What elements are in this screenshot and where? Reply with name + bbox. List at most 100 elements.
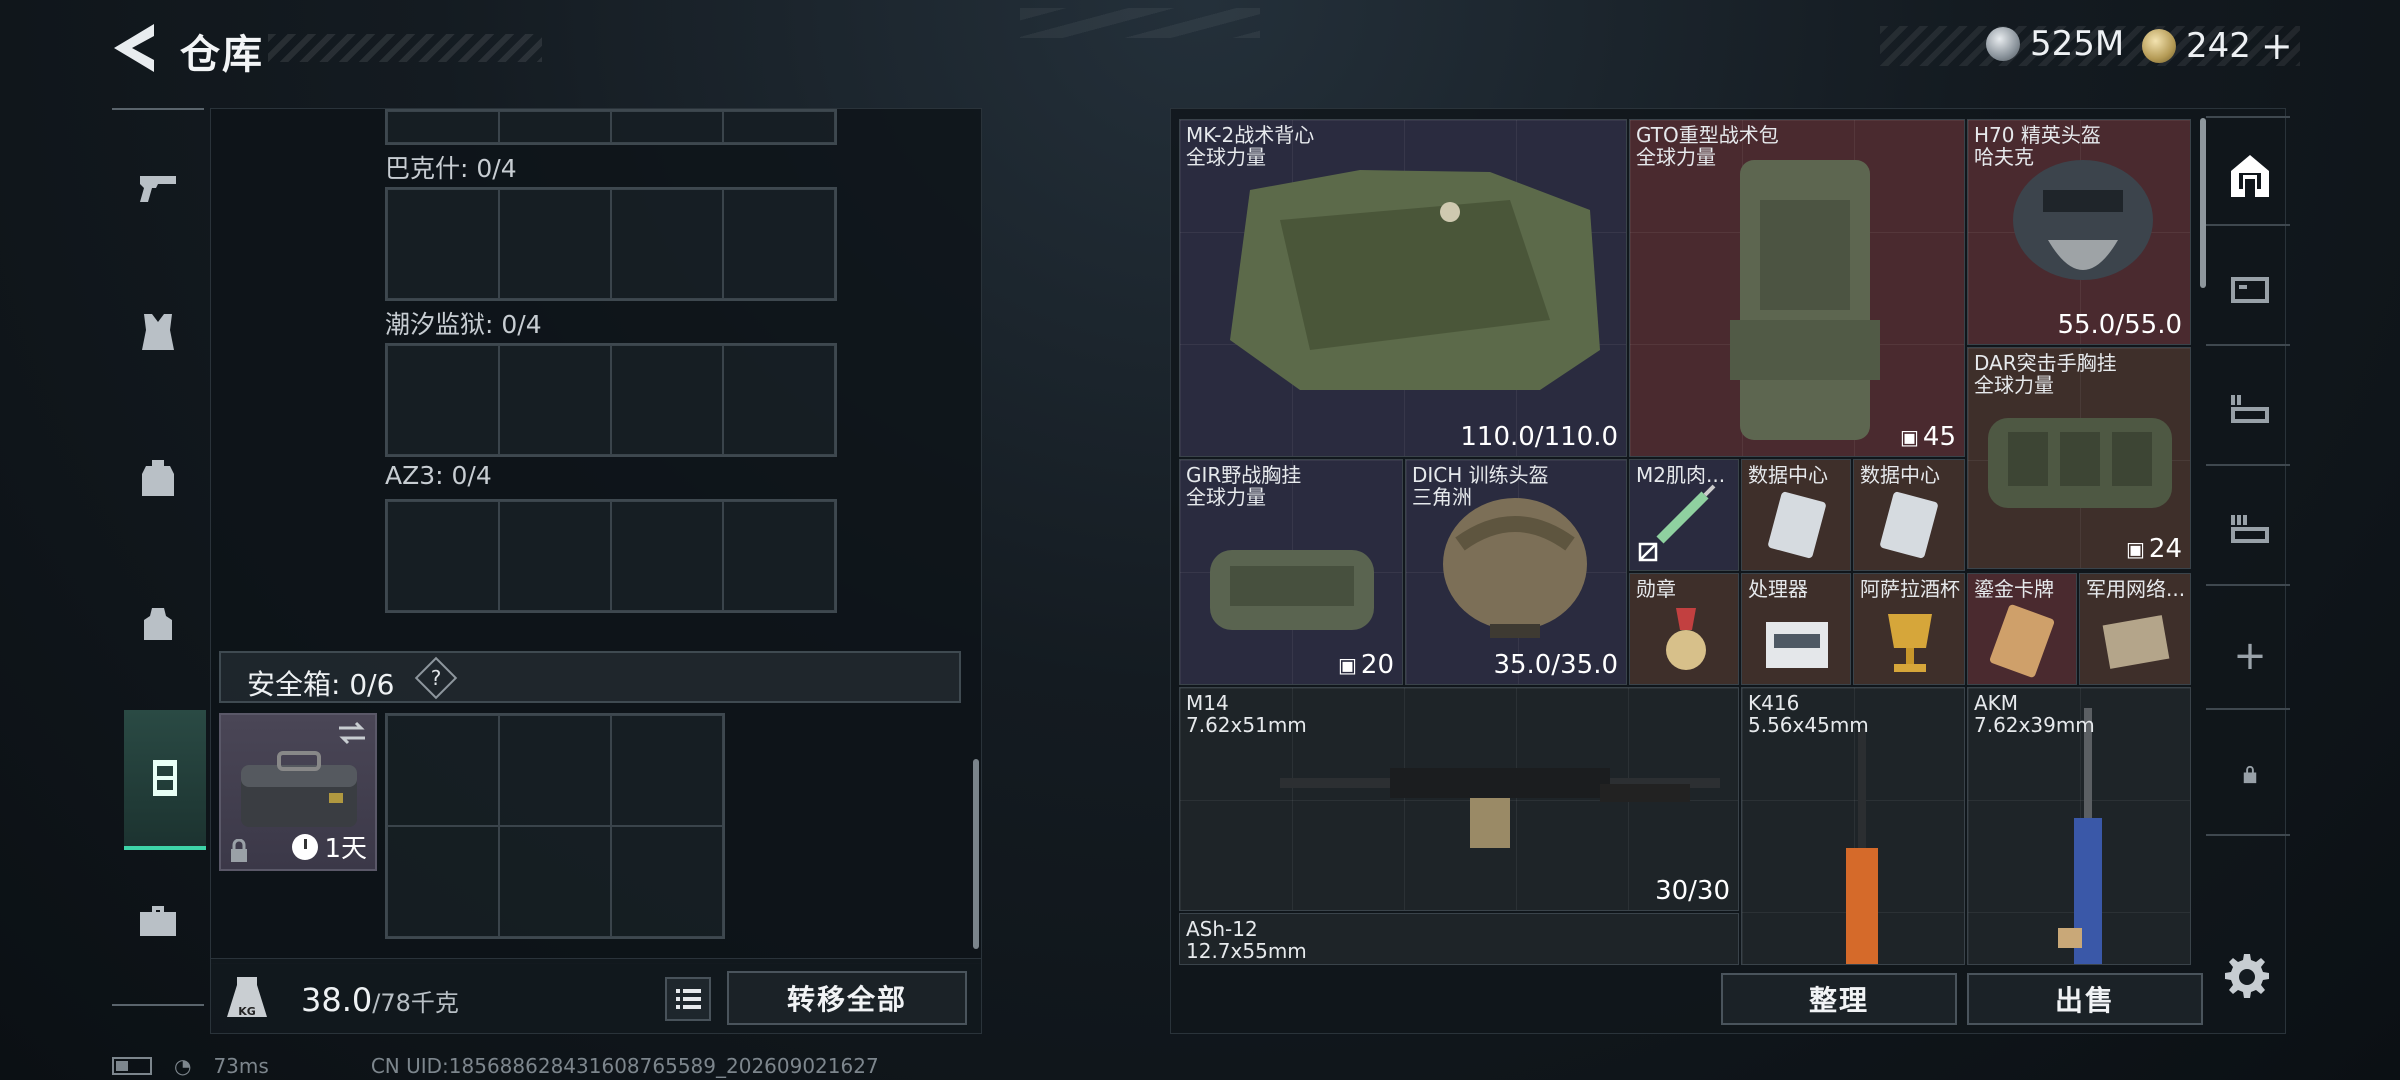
nav-divider xyxy=(2206,344,2290,346)
item-name: M14 xyxy=(1186,691,1229,715)
item-card[interactable]: H70 精英头盔 哈夫克 55.0/55.0 xyxy=(1967,119,2191,345)
item-card[interactable]: GIR野战胸挂 全球力量 ▣ 20 xyxy=(1179,459,1403,685)
lock-icon xyxy=(2243,765,2257,784)
item-name: M2肌肉... xyxy=(1636,463,1726,487)
item-durability: 55.0/55.0 xyxy=(2057,310,2182,340)
page-title: 仓库 xyxy=(180,32,264,78)
item-card[interactable]: 处理器 xyxy=(1741,573,1851,685)
gold-card-image xyxy=(1989,604,2055,678)
helmet-image xyxy=(1443,498,1587,638)
item-name: MK-2战术背心 xyxy=(1186,123,1315,147)
nav-pouch[interactable] xyxy=(122,588,194,660)
item-name: AKM xyxy=(1974,691,2019,715)
rifle-image xyxy=(1280,768,1720,848)
list-icon xyxy=(676,989,701,1009)
container-label: 潮汐监狱: 0/4 xyxy=(385,310,542,339)
timer-label: 1天 xyxy=(324,834,367,864)
nav-divider xyxy=(2206,464,2290,466)
syringe-image xyxy=(1656,484,1716,544)
container-grid[interactable] xyxy=(385,343,837,457)
battery-icon xyxy=(112,1057,152,1075)
item-card[interactable]: DAR突击手胸挂 全球力量 ▣ 24 xyxy=(1967,347,2191,569)
gold-currency[interactable]: 242 + xyxy=(2142,24,2293,68)
vest-icon xyxy=(142,314,174,350)
tab-stash-2[interactable] xyxy=(2214,254,2286,326)
nav-divider xyxy=(2206,116,2290,118)
weight-max: /78千克 xyxy=(372,989,459,1017)
sell-button[interactable]: 出售 xyxy=(1967,973,2203,1025)
item-card[interactable]: DICH 训练头盔 三角洲 35.0/35.0 xyxy=(1405,459,1627,685)
secure-box-item[interactable]: 1天 xyxy=(219,713,377,871)
gold-amount: 242 xyxy=(2186,26,2251,66)
item-card[interactable]: 军用网络... xyxy=(2079,573,2191,685)
item-name: H70 精英头盔 xyxy=(1974,123,2101,147)
add-currency-icon[interactable]: + xyxy=(2261,24,2293,68)
tab-stash-3[interactable] xyxy=(2214,374,2286,446)
nav-toolbox[interactable] xyxy=(122,886,194,958)
container-label: 巴克什: 0/4 xyxy=(385,154,517,183)
list-view-button[interactable] xyxy=(665,977,711,1021)
item-name: 鎏金卡牌 xyxy=(1974,577,2054,601)
item-durability: 110.0/110.0 xyxy=(1460,422,1618,452)
item-name: 处理器 xyxy=(1748,577,1808,601)
nav-storage[interactable] xyxy=(124,710,206,850)
rifle-image xyxy=(2058,708,2102,964)
silver-amount: 525M xyxy=(2030,24,2125,64)
back-arrow-icon[interactable] xyxy=(110,22,158,74)
item-card[interactable]: ASh-12 12.7x55mm xyxy=(1179,913,1739,965)
container-grid[interactable] xyxy=(385,187,837,301)
settings-gear-icon[interactable] xyxy=(2222,952,2272,1002)
add-tab-button[interactable]: + xyxy=(2214,620,2286,692)
nav-divider xyxy=(2206,708,2290,710)
item-card[interactable]: AKM 7.62x39mm xyxy=(1967,687,2191,965)
stash-tab-icon xyxy=(2231,515,2269,543)
item-card[interactable]: 数据中心 xyxy=(1741,459,1851,571)
nav-divider xyxy=(112,1004,204,1006)
gold-coin-icon xyxy=(2142,29,2176,63)
transfer-all-button[interactable]: 转移全部 xyxy=(727,971,967,1025)
item-card[interactable]: 阿萨拉酒杯 xyxy=(1853,573,1965,685)
item-name: K416 xyxy=(1748,691,1800,715)
help-icon[interactable]: ? xyxy=(414,656,458,700)
nav-divider xyxy=(2206,224,2290,226)
nav-backpack[interactable] xyxy=(122,442,194,514)
item-brand: 全球力量 xyxy=(1636,145,1716,169)
item-card[interactable]: GTO重型战术包 全球力量 ▣ 45 xyxy=(1629,119,1965,457)
secure-box-grid[interactable] xyxy=(385,713,725,939)
processor-image xyxy=(1766,622,1828,668)
safe-case-image xyxy=(241,751,357,827)
backpack-image xyxy=(1730,160,1880,440)
ping-readout: 73ms xyxy=(213,1054,269,1078)
data-card-image xyxy=(1880,491,1938,559)
organize-button[interactable]: 整理 xyxy=(1721,973,1957,1025)
item-card[interactable]: 鎏金卡牌 xyxy=(1967,573,2077,685)
locked-tab[interactable] xyxy=(2214,738,2286,810)
item-caliber: 5.56x45mm xyxy=(1748,713,1869,737)
item-brand: 全球力量 xyxy=(1186,485,1266,509)
tab-stash-4[interactable] xyxy=(2214,494,2286,566)
backpack-icon xyxy=(142,460,174,496)
scrollbar[interactable] xyxy=(973,759,979,949)
item-card[interactable]: 勋章 xyxy=(1629,573,1739,685)
chest-rig-image xyxy=(1988,418,2172,508)
item-capacity: ▣ 45 xyxy=(1900,422,1956,452)
capacity-icon: ▣ xyxy=(1338,653,1357,677)
item-name: 数据中心 xyxy=(1860,463,1940,487)
item-card[interactable]: K416 5.56x45mm xyxy=(1741,687,1965,965)
container-grid[interactable] xyxy=(385,499,837,613)
pouch-icon xyxy=(144,608,172,640)
nav-weapons[interactable] xyxy=(122,152,194,224)
item-name: GIR野战胸挂 xyxy=(1186,463,1302,487)
tab-main-stash[interactable] xyxy=(2214,140,2286,212)
item-ammo: 30/30 xyxy=(1655,876,1730,906)
nav-vest[interactable] xyxy=(122,296,194,368)
helmet-image xyxy=(2013,160,2153,280)
weight-current: 38.0 xyxy=(301,981,373,1019)
item-card[interactable]: MK-2战术背心 全球力量 110.0/110.0 xyxy=(1179,119,1627,457)
item-card[interactable]: M2肌肉... xyxy=(1629,459,1739,571)
item-card[interactable]: 数据中心 xyxy=(1853,459,1965,571)
swap-icon[interactable] xyxy=(337,721,367,745)
item-card[interactable]: M14 7.62x51mm 30/30 xyxy=(1179,687,1739,911)
item-durability: 35.0/35.0 xyxy=(1493,650,1618,680)
item-name: 数据中心 xyxy=(1748,463,1828,487)
